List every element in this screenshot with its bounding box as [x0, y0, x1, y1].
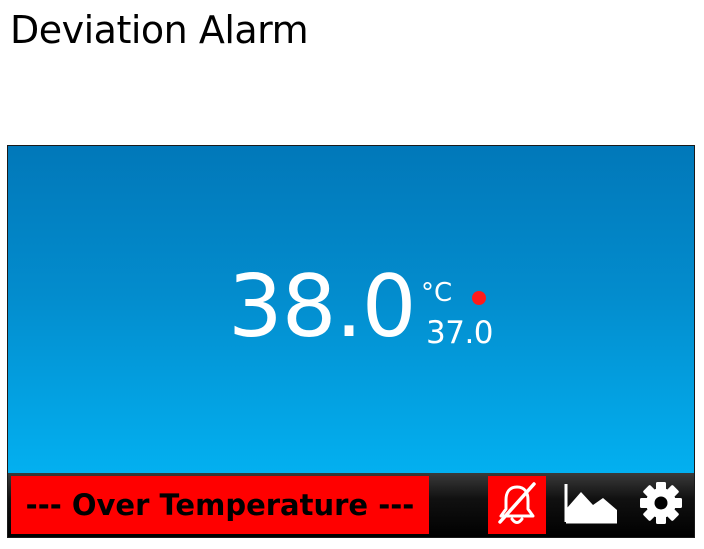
alarm-banner[interactable]: --- Over Temperature ---: [11, 476, 429, 534]
settings-gear-icon: [636, 478, 686, 532]
alarm-mute-button[interactable]: [488, 476, 546, 534]
trend-graph-button[interactable]: [561, 476, 619, 534]
alarm-message: --- Over Temperature ---: [25, 488, 415, 522]
status-bar: --- Over Temperature ---: [8, 473, 694, 537]
temperature-unit: °C: [421, 278, 453, 308]
setpoint-temperature: 37.0: [426, 315, 494, 351]
page-title: Deviation Alarm: [10, 8, 309, 52]
controller-display: 38.0 °C 37.0 --- Over Temperature ---: [7, 145, 695, 538]
alarm-mute-icon: [492, 478, 542, 532]
alarm-indicator-dot: [472, 291, 486, 305]
temperature-screen: 38.0 °C 37.0: [8, 146, 694, 473]
settings-button[interactable]: [632, 476, 690, 534]
current-temperature: 38.0: [228, 257, 416, 357]
trend-graph-icon: [561, 478, 619, 532]
